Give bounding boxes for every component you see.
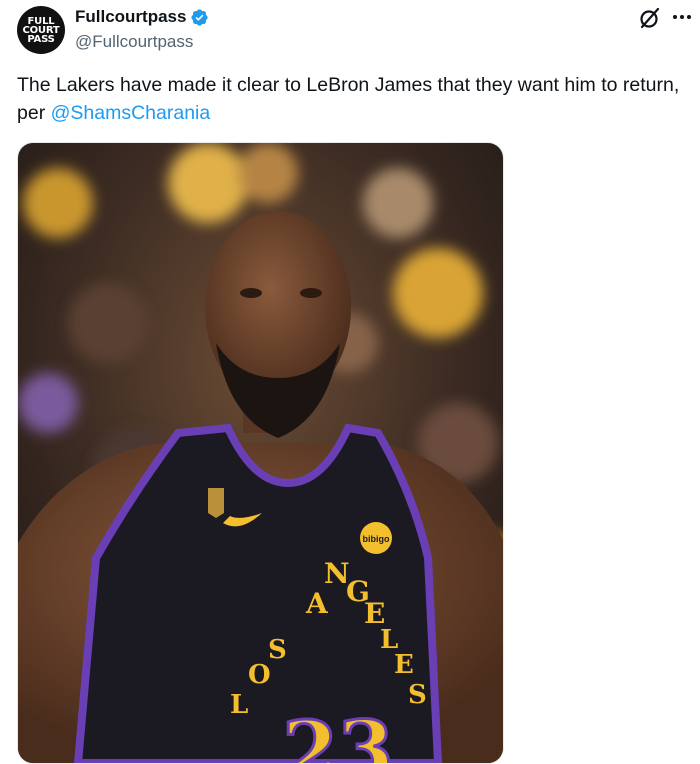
grok-icon[interactable] — [638, 6, 662, 30]
jersey-patch-text: bibigo — [363, 534, 390, 544]
tweet-image[interactable]: bibigo L O S A N G E L E S 23 — [17, 142, 504, 764]
tweet-text: The Lakers have made it clear to LeBron … — [17, 71, 687, 127]
author-display-name[interactable]: Fullcourtpass — [75, 7, 186, 27]
jersey-badge — [208, 488, 224, 518]
player-photo: bibigo L O S A N G E L E S 23 — [18, 143, 503, 763]
jersey-letter: A — [305, 587, 329, 620]
more-options-icon[interactable] — [670, 7, 694, 27]
mention-link[interactable]: @ShamsCharania — [51, 102, 211, 124]
tweet: FULL COURT PASS Fullcourtpass @Fullcourt… — [0, 0, 700, 764]
jersey-letter: E — [394, 650, 414, 680]
author-name-row: Fullcourtpass — [75, 7, 209, 27]
jersey-letter: S — [408, 680, 427, 710]
verified-badge-icon — [191, 8, 209, 26]
avatar-text-line-3: PASS — [27, 33, 55, 45]
avatar[interactable]: FULL COURT PASS — [17, 6, 65, 54]
jersey-letter: S — [268, 635, 287, 665]
author-handle[interactable]: @Fullcourtpass — [75, 32, 193, 52]
jersey-letter: L — [230, 690, 248, 720]
jersey-number: 23 — [282, 703, 393, 763]
